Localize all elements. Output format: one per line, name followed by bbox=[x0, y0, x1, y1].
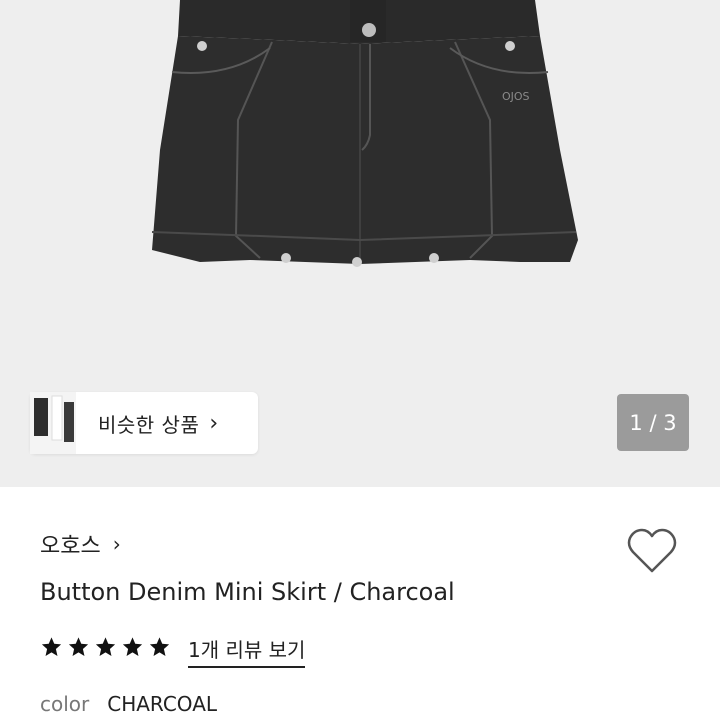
brand-tag: OJOS bbox=[502, 90, 530, 103]
star-filled-icon bbox=[41, 637, 62, 656]
product-title: Button Denim Mini Skirt / Charcoal bbox=[40, 578, 455, 606]
review-link[interactable]: 1개 리뷰 보기 bbox=[188, 634, 306, 668]
image-page-indicator: 1 / 3 bbox=[617, 394, 689, 451]
similar-products-button[interactable]: 비슷한 상품 › bbox=[30, 392, 258, 454]
seller-link[interactable]: 오호스 › bbox=[40, 528, 121, 560]
star-filled-icon bbox=[122, 637, 143, 656]
star-filled-icon bbox=[68, 637, 89, 656]
rating-stars bbox=[40, 636, 175, 658]
chevron-right-icon: › bbox=[112, 532, 121, 556]
similar-products-label: 비슷한 상품 bbox=[98, 412, 200, 437]
product-image-gallery[interactable]: OJOS 비슷한 상품 › 1 / 3 bbox=[0, 0, 720, 487]
chevron-right-icon: › bbox=[209, 410, 219, 436]
seller-name: 오호스 bbox=[40, 534, 101, 559]
heart-outline-icon[interactable] bbox=[627, 527, 677, 575]
star-filled-icon bbox=[95, 637, 116, 656]
color-option-row: color CHARCOAL bbox=[40, 692, 217, 716]
color-value: CHARCOAL bbox=[107, 692, 218, 716]
color-label: color bbox=[40, 692, 90, 716]
similar-product-thumbnail bbox=[30, 392, 76, 454]
star-filled-icon bbox=[149, 637, 170, 656]
